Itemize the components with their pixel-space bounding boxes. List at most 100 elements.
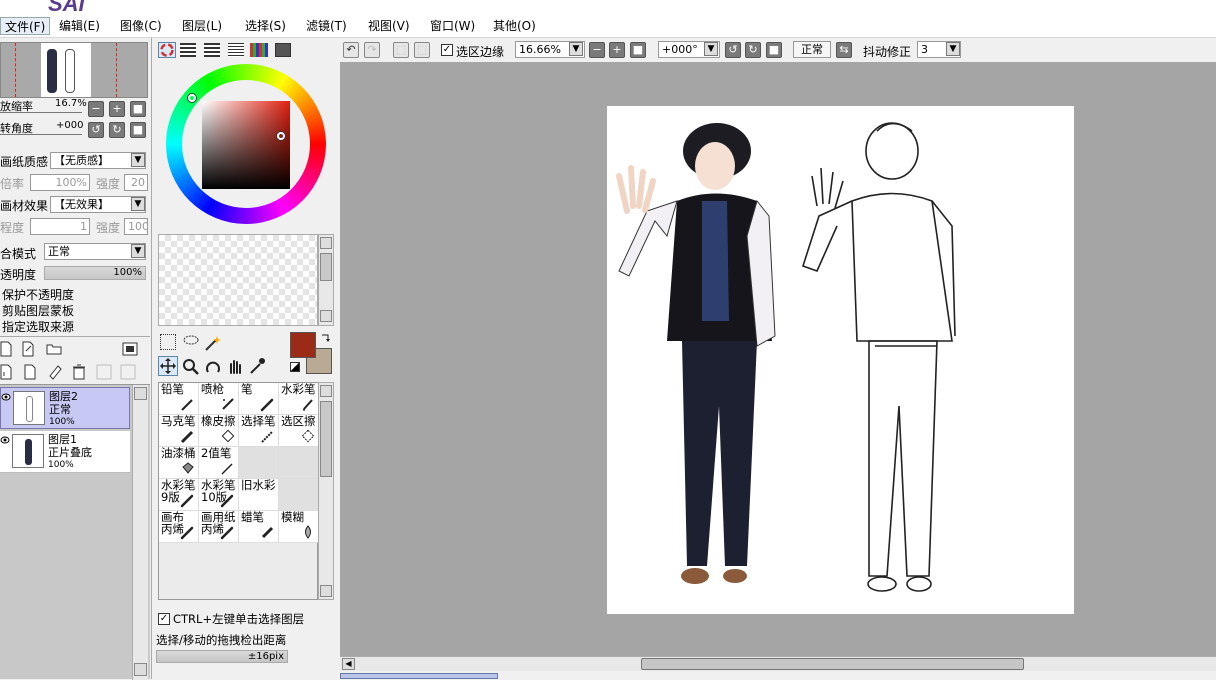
chevron-down-icon[interactable]: ▼ xyxy=(131,197,145,211)
eyedropper-icon[interactable] xyxy=(248,357,266,375)
lasso-icon[interactable] xyxy=(182,334,200,350)
menu-file[interactable]: 文件(F) xyxy=(0,17,51,35)
gradient-slider-tab[interactable] xyxy=(228,43,244,57)
new-layer-icon[interactable] xyxy=(0,341,12,357)
tool-brush-icon-slot[interactable]: 画用纸 丙烯 xyxy=(199,511,239,543)
tool-marker-icon-slot[interactable]: 马克笔 xyxy=(159,415,199,447)
canvas-mode-button[interactable]: 正常 xyxy=(793,41,831,58)
ctrl-select-checkbox[interactable]: ✓ xyxy=(158,613,170,625)
canvas-h-scrollbar[interactable]: ◀ xyxy=(340,656,1216,671)
deselect-button[interactable]: ⬚ xyxy=(393,42,409,58)
chevron-down-icon[interactable]: ▼ xyxy=(131,244,145,258)
menu-view[interactable]: 视图(V) xyxy=(364,17,414,35)
chevron-down-icon[interactable]: ▼ xyxy=(946,42,960,56)
menu-other[interactable]: 其他(O) xyxy=(489,17,540,35)
primary-color-swatch[interactable] xyxy=(290,332,316,358)
document-tab[interactable] xyxy=(340,673,498,679)
new-layer-set-icon[interactable] xyxy=(22,341,36,357)
move-tool-icon[interactable] xyxy=(158,356,178,376)
tool-binary-pen-icon-slot[interactable]: 2值笔 xyxy=(199,447,239,479)
scratch-scrollbar[interactable] xyxy=(318,234,334,326)
tool-select-pen-icon-slot[interactable]: 选择笔 xyxy=(239,415,279,447)
tool-brush-icon-slot[interactable]: 水彩笔 9版 xyxy=(159,479,199,511)
color-saturation-box[interactable] xyxy=(202,101,290,189)
undo-button[interactable]: ↶ xyxy=(343,42,359,58)
menu-layer[interactable]: 图层(L) xyxy=(178,17,226,35)
trash-icon[interactable] xyxy=(72,364,86,380)
tool-airbrush-icon-slot[interactable]: 喷枪 xyxy=(199,383,239,415)
menu-filter[interactable]: 滤镜(T) xyxy=(302,17,351,35)
chevron-down-icon[interactable]: ▼ xyxy=(704,42,718,56)
color-scratch-area[interactable] xyxy=(158,234,318,326)
invert-selection-button[interactable]: ⬚ xyxy=(414,42,430,58)
hand-tool-icon[interactable] xyxy=(226,357,244,375)
rgb-slider-tab[interactable] xyxy=(180,43,196,57)
tool-eraser-icon-slot[interactable]: 橡皮擦 xyxy=(199,415,239,447)
material-strength-field[interactable]: 100 xyxy=(124,218,148,235)
layer-row-layer2[interactable]: 图层2 正常 100% xyxy=(0,387,130,429)
reset-colors-icon[interactable] xyxy=(290,362,300,372)
canvas-rotate-left-button[interactable]: ↺ xyxy=(725,42,741,58)
menu-edit[interactable]: 编辑(E) xyxy=(55,17,104,35)
material-degree-field[interactable]: 1 xyxy=(30,218,90,235)
tool-bucket-icon-slot[interactable]: 油漆桶 xyxy=(159,447,199,479)
tool-select-eraser-icon-slot[interactable]: 选区擦 xyxy=(279,415,319,447)
canvas-zoom-reset-button[interactable]: ■ xyxy=(630,42,646,58)
selection-edge-checkbox[interactable]: ✓ xyxy=(441,44,453,56)
zoom-tool-icon[interactable] xyxy=(182,358,200,376)
mask-icon[interactable] xyxy=(122,342,138,356)
transfer-icon[interactable] xyxy=(0,364,14,380)
rect-select-icon[interactable] xyxy=(160,334,176,350)
canvas-rotate-right-button[interactable]: ↻ xyxy=(745,42,761,58)
layer-scrollbar[interactable] xyxy=(132,385,148,680)
tool-brush-icon-slot[interactable]: 画布 丙烯 xyxy=(159,511,199,543)
eye-icon[interactable] xyxy=(0,435,10,445)
drag-distance-slider[interactable]: ±16pix xyxy=(156,650,288,663)
color-wheel-tab[interactable] xyxy=(158,42,176,58)
magic-wand-icon[interactable] xyxy=(204,334,222,352)
rotate-left-button[interactable]: ↺ xyxy=(88,122,104,138)
chevron-down-icon[interactable]: ▼ xyxy=(131,153,145,167)
hsv-slider-tab[interactable] xyxy=(204,43,220,57)
rotate-tool-icon[interactable] xyxy=(204,358,222,376)
canvas-zoom-out-button[interactable]: − xyxy=(589,42,605,58)
tool-watercolor-icon-slot[interactable]: 水彩笔 xyxy=(279,383,319,415)
canvas-zoom-in-button[interactable]: + xyxy=(609,42,625,58)
menu-window[interactable]: 窗口(W) xyxy=(426,17,479,35)
eye-icon[interactable] xyxy=(1,392,11,402)
clear-layer-icon[interactable] xyxy=(48,364,62,380)
brush-scrollbar[interactable] xyxy=(318,382,334,600)
tool-empty-slot[interactable]: 旧水彩 xyxy=(239,479,279,511)
merge-icon[interactable] xyxy=(24,364,38,380)
canvas-rotate-reset-button[interactable]: ■ xyxy=(766,42,782,58)
zoom-in-button[interactable]: + xyxy=(109,101,125,117)
swap-colors-icon[interactable] xyxy=(320,332,332,344)
tool-brush-icon-slot[interactable]: 笔 xyxy=(239,383,279,415)
paper-rate-field[interactable]: 100% xyxy=(30,174,90,191)
paper-strength-field[interactable]: 20 xyxy=(124,174,148,191)
scroll-thumb[interactable] xyxy=(641,658,1024,670)
canvas-paper[interactable] xyxy=(607,106,1074,614)
opacity-slider[interactable]: 100% xyxy=(44,266,146,280)
clipping-mask-label: 剪贴图层蒙板 xyxy=(2,304,75,318)
tool-pencil-icon-slot[interactable]: 铅笔 xyxy=(159,383,199,415)
swatches-tab[interactable] xyxy=(250,43,268,57)
flip-canvas-button[interactable]: ⇆ xyxy=(836,42,852,58)
tool-blur-icon-slot[interactable]: 模糊 xyxy=(279,511,319,543)
layer-row-layer1[interactable]: 图层1 正片叠底 100% xyxy=(0,431,130,473)
chevron-down-icon[interactable]: ▼ xyxy=(569,42,583,56)
folder-icon[interactable] xyxy=(46,342,62,355)
rotate-reset-button[interactable]: ■ xyxy=(130,122,146,138)
rotate-right-button[interactable]: ↻ xyxy=(109,122,125,138)
tool-brush-icon-slot[interactable]: 水彩笔 10版 xyxy=(199,479,239,511)
scratchpad-tab[interactable] xyxy=(275,43,291,57)
menu-select[interactable]: 选择(S) xyxy=(241,17,290,35)
redo-button[interactable]: ↷ xyxy=(364,42,380,58)
navigator-preview[interactable] xyxy=(0,42,148,98)
color-wheel[interactable] xyxy=(166,64,326,224)
scroll-left-button[interactable]: ◀ xyxy=(342,658,355,670)
zoom-out-button[interactable]: − xyxy=(88,101,104,117)
menu-image[interactable]: 图像(C) xyxy=(116,17,166,35)
zoom-reset-button[interactable]: ■ xyxy=(130,101,146,117)
tool-crayon-icon-slot[interactable]: 蜡笔 xyxy=(239,511,279,543)
